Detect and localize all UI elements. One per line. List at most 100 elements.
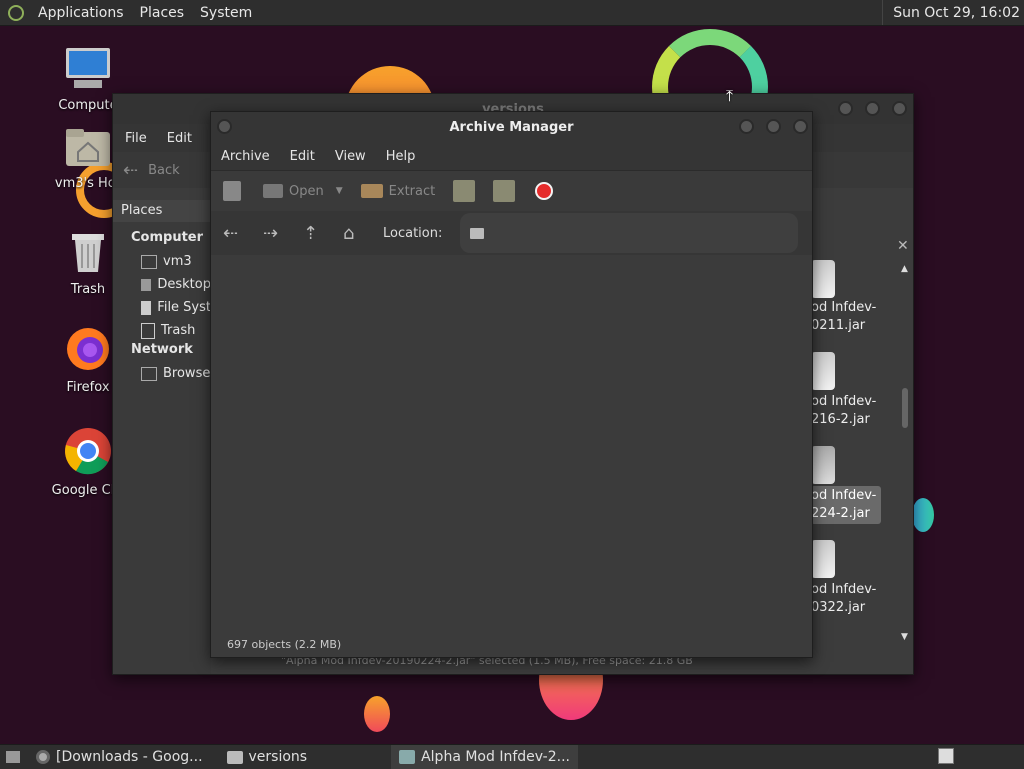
back-icon[interactable]: ⇠ bbox=[223, 223, 263, 244]
archive-content-area[interactable] bbox=[211, 256, 812, 628]
home-folder-icon bbox=[66, 129, 110, 166]
sidebar-item-filesystem[interactable]: File Syst bbox=[131, 296, 211, 319]
file-name-line2: 216-2.jar bbox=[811, 412, 870, 427]
maximize-button[interactable] bbox=[766, 119, 781, 134]
cursor-icon: ⤒ bbox=[726, 86, 734, 105]
file-name-line2: 224-2.jar bbox=[811, 506, 870, 521]
extract-icon bbox=[360, 184, 383, 198]
file-name-line1: od Infdev- bbox=[811, 488, 877, 503]
file-grid: od Infdev- 0211.jar od Infdev- 216-2.jar… bbox=[811, 260, 901, 650]
location-bar: ⇠ ⇢ ⇡ ⌂ Location: bbox=[211, 211, 812, 255]
folder-icon bbox=[226, 750, 243, 764]
location-label: Location: bbox=[383, 225, 443, 241]
task-label: [Downloads - Goog... bbox=[56, 749, 203, 765]
new-archive-icon[interactable] bbox=[223, 181, 241, 201]
sidebar-item-vm3[interactable]: vm3 bbox=[131, 250, 211, 273]
task-label: Alpha Mod Infdev-2... bbox=[421, 749, 570, 765]
menu-help[interactable]: Help bbox=[376, 149, 426, 164]
home-icon bbox=[141, 254, 157, 269]
chevron-down-icon[interactable]: ▼ bbox=[336, 186, 343, 196]
scroll-down-icon[interactable]: ▼ bbox=[901, 632, 908, 642]
file-item[interactable]: od Infdev- 216-2.jar bbox=[811, 342, 901, 436]
window-title: Archive Manager bbox=[449, 119, 574, 135]
trash-icon bbox=[141, 322, 155, 339]
archive-manager-window[interactable]: Archive Manager Archive Edit View Help O… bbox=[210, 111, 813, 658]
task-versions[interactable]: versions bbox=[219, 745, 316, 769]
task-downloads[interactable]: [Downloads - Goog... bbox=[28, 745, 211, 769]
archive-menubar: Archive Edit View Help bbox=[211, 142, 812, 170]
sidebar-item-label: vm3 bbox=[163, 254, 192, 269]
open-button[interactable]: Open ▼ bbox=[263, 184, 343, 199]
sidebar-item-label: Browse bbox=[163, 366, 211, 381]
chrome-icon bbox=[36, 750, 50, 764]
places-sidebar: Places Computer vm3 Desktop File Syst Tr… bbox=[113, 200, 211, 674]
sidebar-item-desktop[interactable]: Desktop bbox=[131, 273, 211, 296]
places-menu[interactable]: Places bbox=[132, 5, 193, 21]
wallpaper-blue-circle bbox=[912, 498, 934, 532]
computer-icon bbox=[66, 48, 110, 88]
places-header[interactable]: Places bbox=[113, 200, 211, 222]
file-name-line1: od Infdev- bbox=[811, 300, 877, 315]
stop-icon[interactable] bbox=[535, 182, 554, 200]
chrome-icon bbox=[65, 428, 111, 475]
back-arrow-icon[interactable]: ⇠ bbox=[123, 160, 138, 181]
top-panel: Applications Places System Sun Oct 29, 1… bbox=[0, 0, 1024, 26]
up-icon[interactable]: ⇡ bbox=[303, 223, 343, 244]
workspace-switcher[interactable] bbox=[938, 748, 954, 764]
archive-icon bbox=[399, 750, 416, 764]
close-button[interactable] bbox=[793, 119, 808, 134]
sidebar-item-browse[interactable]: Browse bbox=[131, 362, 211, 385]
task-archive[interactable]: Alpha Mod Infdev-2... bbox=[391, 745, 578, 769]
window-menu-button[interactable] bbox=[217, 119, 232, 134]
vertical-scrollbar[interactable]: ▲ ▼ bbox=[899, 264, 911, 644]
extract-label: Extract bbox=[388, 183, 436, 199]
close-button[interactable] bbox=[892, 101, 907, 116]
menu-edit[interactable]: Edit bbox=[280, 149, 325, 164]
clock[interactable]: Sun Oct 29, 16:02 bbox=[882, 0, 1024, 25]
distro-logo-icon[interactable] bbox=[8, 4, 24, 21]
archive-toolbar: Open ▼ Extract bbox=[211, 170, 812, 211]
jar-file-icon bbox=[811, 352, 835, 390]
wallpaper-small-circle bbox=[364, 696, 390, 732]
menu-file[interactable]: File bbox=[115, 131, 157, 146]
home-icon[interactable]: ⌂ bbox=[343, 223, 373, 244]
archive-titlebar[interactable]: Archive Manager bbox=[211, 112, 812, 142]
open-label: Open bbox=[289, 183, 324, 199]
file-item-selected[interactable]: od Infdev- 224-2.jar bbox=[811, 436, 901, 530]
close-pane-icon[interactable]: ✕ bbox=[897, 238, 909, 254]
menu-edit[interactable]: Edit bbox=[157, 131, 202, 146]
file-item[interactable]: od Infdev- 0211.jar bbox=[811, 260, 901, 342]
show-desktop-icon[interactable] bbox=[6, 751, 20, 763]
sidebar-item-trash[interactable]: Trash bbox=[131, 319, 211, 342]
back-button[interactable]: Back bbox=[148, 163, 180, 178]
archive-statusbar: 697 objects (2.2 MB) bbox=[227, 638, 342, 651]
add-files-icon[interactable] bbox=[453, 180, 476, 202]
menu-view[interactable]: View bbox=[325, 149, 376, 164]
sidebar-item-label: File Syst bbox=[157, 300, 211, 315]
file-name-line2: 0322.jar bbox=[811, 600, 866, 615]
open-folder-icon bbox=[263, 184, 283, 198]
drive-icon bbox=[141, 300, 152, 315]
location-field[interactable] bbox=[460, 213, 799, 253]
forward-icon[interactable]: ⇢ bbox=[263, 223, 303, 244]
applications-menu[interactable]: Applications bbox=[30, 5, 132, 21]
file-item[interactable]: od Infdev- 0322.jar bbox=[811, 530, 901, 624]
file-name-line1: od Infdev- bbox=[811, 582, 877, 597]
maximize-button[interactable] bbox=[865, 101, 880, 116]
add-folder-icon[interactable] bbox=[493, 180, 516, 202]
file-name-line1: od Infdev- bbox=[811, 394, 877, 409]
section-computer: Computer bbox=[131, 230, 204, 245]
system-menu[interactable]: System bbox=[192, 5, 260, 21]
menu-archive[interactable]: Archive bbox=[211, 149, 280, 164]
minimize-button[interactable] bbox=[739, 119, 754, 134]
section-network: Network bbox=[131, 342, 193, 357]
extract-button[interactable]: Extract bbox=[360, 183, 436, 199]
scroll-thumb[interactable] bbox=[902, 388, 908, 428]
jar-file-icon bbox=[811, 446, 835, 484]
bottom-taskbar: [Downloads - Goog... versions Alpha Mod … bbox=[0, 744, 1024, 769]
desktop-folder-icon bbox=[141, 278, 152, 291]
jar-file-icon bbox=[811, 540, 835, 578]
minimize-button[interactable] bbox=[838, 101, 853, 116]
scroll-up-icon[interactable]: ▲ bbox=[901, 264, 908, 274]
network-icon bbox=[141, 366, 157, 381]
